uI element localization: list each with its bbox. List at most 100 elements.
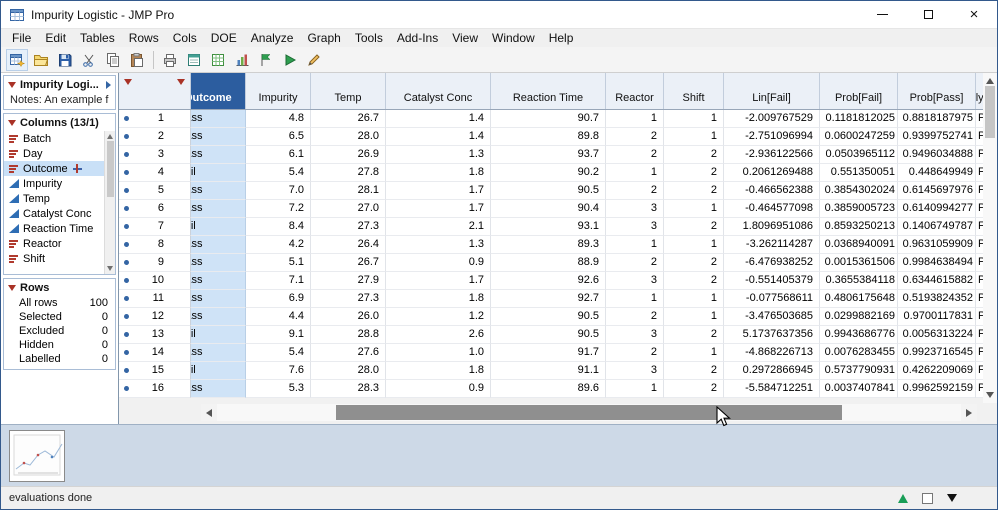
cell-outcome[interactable]: Pass bbox=[191, 290, 246, 308]
cell-prob_pass[interactable]: 0.6145697976 bbox=[898, 182, 976, 200]
cell-outcome[interactable]: Pass bbox=[191, 308, 246, 326]
row-number-cell[interactable]: 12 bbox=[119, 308, 191, 326]
cell-shift[interactable]: 2 bbox=[664, 218, 724, 236]
cell-lin_fail[interactable]: -6.476938252 bbox=[724, 254, 820, 272]
horizontal-scrollbar[interactable] bbox=[201, 404, 977, 421]
cell-temp[interactable]: 26.0 bbox=[311, 308, 386, 326]
menu-doe[interactable]: DOE bbox=[204, 29, 244, 48]
scroll-down-arrow-icon[interactable] bbox=[107, 266, 113, 271]
cell-reaction_time[interactable]: 92.6 bbox=[491, 272, 606, 290]
cell-impurity[interactable]: 5.4 bbox=[246, 164, 311, 182]
menu-analyze[interactable]: Analyze bbox=[244, 29, 301, 48]
print-button[interactable] bbox=[159, 49, 181, 71]
cell-outcome[interactable]: Pass bbox=[191, 254, 246, 272]
cell-reaction_time[interactable]: 89.3 bbox=[491, 236, 606, 254]
cell-shift[interactable]: 2 bbox=[664, 362, 724, 380]
cell-impurity[interactable]: 7.2 bbox=[246, 200, 311, 218]
cell-impurity[interactable]: 4.2 bbox=[246, 236, 311, 254]
cell-temp[interactable]: 27.3 bbox=[311, 218, 386, 236]
columns-scrollbar[interactable] bbox=[104, 131, 115, 274]
cell-reactor[interactable]: 2 bbox=[606, 182, 664, 200]
cell-outcome[interactable]: Fail bbox=[191, 164, 246, 182]
cell-impurity[interactable]: 8.4 bbox=[246, 218, 311, 236]
cell-prob_pass[interactable]: 0.9631059909 bbox=[898, 236, 976, 254]
row-number-cell[interactable]: 6 bbox=[119, 200, 191, 218]
row-number-cell[interactable]: 8 bbox=[119, 236, 191, 254]
cell-catalyst_conc[interactable]: 1.8 bbox=[386, 362, 491, 380]
cell-prob_fail[interactable]: 0.0503965112 bbox=[820, 146, 898, 164]
row-number-cell[interactable]: 4 bbox=[119, 164, 191, 182]
column-header-reactor[interactable]: Reactor bbox=[606, 73, 664, 109]
data-grid-button[interactable] bbox=[207, 49, 229, 71]
cell-outcome[interactable]: Fail bbox=[191, 218, 246, 236]
cell-temp[interactable]: 27.8 bbox=[311, 164, 386, 182]
column-item-outcome[interactable]: Outcome bbox=[4, 161, 104, 176]
column-header-lin-fail[interactable]: Lin[Fail] bbox=[724, 73, 820, 109]
cell-shift[interactable]: 1 bbox=[664, 128, 724, 146]
cell-shift[interactable]: 1 bbox=[664, 236, 724, 254]
cell-prob_fail[interactable]: 0.9943686776 bbox=[820, 326, 898, 344]
scroll-down-arrow-icon[interactable] bbox=[986, 392, 994, 398]
chevron-right-icon[interactable] bbox=[106, 80, 111, 89]
cell-impurity[interactable]: 6.5 bbox=[246, 128, 311, 146]
cell-reactor[interactable]: 2 bbox=[606, 146, 664, 164]
run-script-button[interactable] bbox=[279, 49, 301, 71]
cell-reactor[interactable]: 3 bbox=[606, 326, 664, 344]
column-header-catalyst-conc[interactable]: Catalyst Conc bbox=[386, 73, 491, 109]
cell-shift[interactable]: 2 bbox=[664, 182, 724, 200]
column-item-day[interactable]: Day bbox=[4, 146, 104, 161]
cell-outcome[interactable]: Pass bbox=[191, 182, 246, 200]
row-number-cell[interactable]: 7 bbox=[119, 218, 191, 236]
cell-outcome[interactable]: Pass bbox=[191, 128, 246, 146]
close-button[interactable]: × bbox=[951, 1, 997, 28]
horizontal-scrollbar-thumb[interactable] bbox=[336, 405, 842, 420]
cut-button[interactable] bbox=[78, 49, 100, 71]
menu-file[interactable]: File bbox=[5, 29, 38, 48]
column-item-reaction-time[interactable]: Reaction Time bbox=[4, 221, 104, 236]
paste-button[interactable] bbox=[126, 49, 148, 71]
cell-prob_fail[interactable]: 0.3655384118 bbox=[820, 272, 898, 290]
cell-catalyst_conc[interactable]: 1.7 bbox=[386, 200, 491, 218]
cell-impurity[interactable]: 6.9 bbox=[246, 290, 311, 308]
cell-catalyst_conc[interactable]: 2.1 bbox=[386, 218, 491, 236]
cell-outcome[interactable]: Pass bbox=[191, 236, 246, 254]
cell-outcome[interactable]: Fail bbox=[191, 326, 246, 344]
menu-window[interactable]: Window bbox=[485, 29, 542, 48]
menu-cols[interactable]: Cols bbox=[166, 29, 204, 48]
cell-temp[interactable]: 27.0 bbox=[311, 200, 386, 218]
cell-lin_fail[interactable]: -5.584712251 bbox=[724, 380, 820, 398]
table-panel-header[interactable]: Impurity Logi... bbox=[4, 76, 115, 93]
column-header-impurity[interactable]: Impurity bbox=[246, 73, 311, 109]
minimize-button[interactable] bbox=[859, 1, 905, 28]
cell-prob_fail[interactable]: 0.3859005723 bbox=[820, 200, 898, 218]
column-header-outcome[interactable]: Outcome bbox=[191, 73, 246, 109]
cell-catalyst_conc[interactable]: 1.3 bbox=[386, 236, 491, 254]
cell-prob_pass[interactable]: 0.448649949 bbox=[898, 164, 976, 182]
cell-lin_fail[interactable]: -3.262114287 bbox=[724, 236, 820, 254]
cell-outcome[interactable]: Fail bbox=[191, 362, 246, 380]
cell-catalyst_conc[interactable]: 1.7 bbox=[386, 182, 491, 200]
cell-prob_fail[interactable]: 0.3854302024 bbox=[820, 182, 898, 200]
cell-impurity[interactable]: 5.4 bbox=[246, 344, 311, 362]
cell-shift[interactable]: 1 bbox=[664, 200, 724, 218]
cell-lin_fail[interactable]: -0.464577098 bbox=[724, 200, 820, 218]
columns-panel-header[interactable]: Columns (13/1) bbox=[4, 114, 115, 131]
cell-impurity[interactable]: 7.6 bbox=[246, 362, 311, 380]
cell-prob_pass[interactable]: 0.9923716545 bbox=[898, 344, 976, 362]
cell-reaction_time[interactable]: 90.5 bbox=[491, 182, 606, 200]
cell-reaction_time[interactable]: 90.5 bbox=[491, 308, 606, 326]
cell-prob_fail[interactable]: 0.0037407841 bbox=[820, 380, 898, 398]
cell-lin_fail[interactable]: 0.2972866945 bbox=[724, 362, 820, 380]
menu-view[interactable]: View bbox=[445, 29, 485, 48]
cell-reaction_time[interactable]: 92.7 bbox=[491, 290, 606, 308]
row-number-cell[interactable]: 9 bbox=[119, 254, 191, 272]
cell-prob_pass[interactable]: 0.9984638494 bbox=[898, 254, 976, 272]
cell-catalyst_conc[interactable]: 1.8 bbox=[386, 290, 491, 308]
cell-prob_fail[interactable]: 0.5737790931 bbox=[820, 362, 898, 380]
columns-menu-icon[interactable] bbox=[177, 79, 185, 85]
cell-lin_fail[interactable]: -2.751096994 bbox=[724, 128, 820, 146]
cell-prob_fail[interactable]: 0.8593250213 bbox=[820, 218, 898, 236]
cell-shift[interactable]: 1 bbox=[664, 110, 724, 128]
cell-temp[interactable]: 28.0 bbox=[311, 362, 386, 380]
cell-shift[interactable]: 1 bbox=[664, 344, 724, 362]
